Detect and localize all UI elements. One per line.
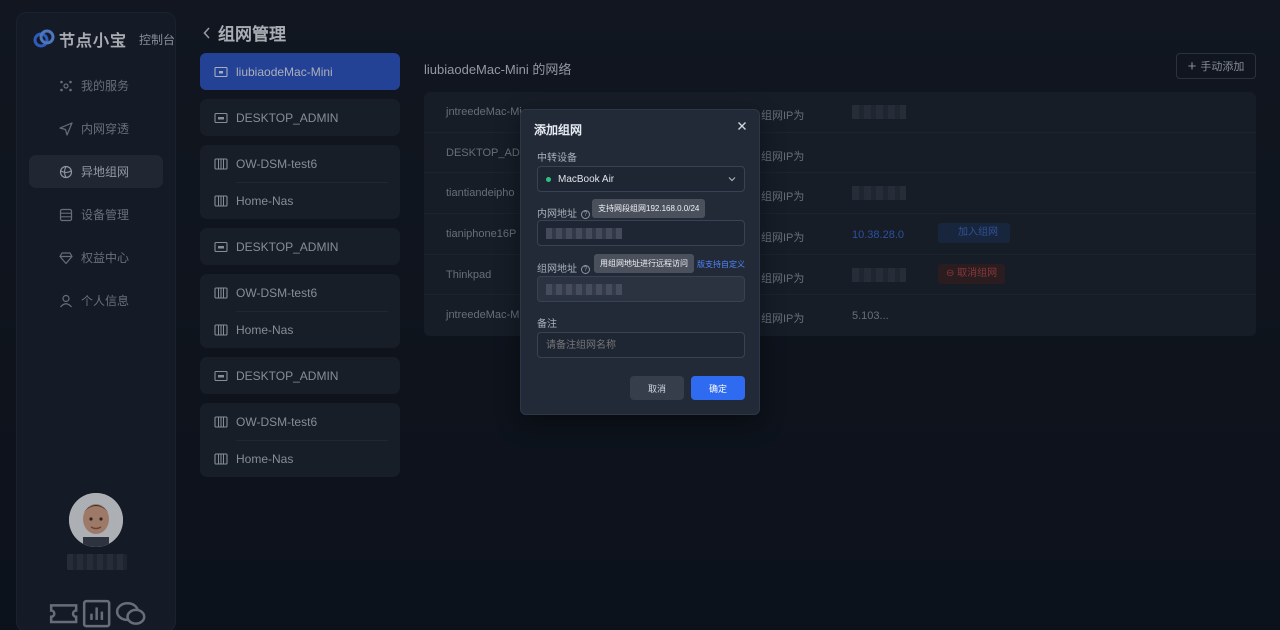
lan-address-input[interactable] [537, 220, 745, 246]
remark-label: 备注 [537, 319, 557, 330]
online-status-icon [546, 176, 551, 182]
custom-support-link[interactable]: 版支持自定义 [697, 259, 745, 270]
cancel-button[interactable]: 取消 [630, 376, 684, 400]
network-address-label: 组网地址? [537, 260, 590, 275]
lan-tooltip: 支持网段组网192.168.0.0/24 [592, 199, 706, 218]
relay-device-label: 中转设备 [537, 153, 577, 164]
network-address-input[interactable] [537, 276, 745, 302]
lan-address-text: 内网地址 [537, 209, 577, 220]
dialog-title: 添加组网 [534, 123, 583, 137]
lan-address-label: 内网地址? [537, 205, 590, 220]
help-icon[interactable]: ? [581, 209, 590, 219]
lan-address-blurred [546, 228, 622, 239]
close-icon[interactable] [737, 121, 747, 131]
network-address-text: 组网地址 [537, 264, 577, 275]
network-tooltip: 用组网地址进行远程访问 [594, 254, 694, 273]
add-network-dialog: 添加组网 中转设备 MacBook Air 内网地址? 支持网段组网192.16… [520, 109, 760, 415]
network-address-blurred [546, 284, 622, 295]
remark-input[interactable] [537, 332, 745, 358]
help-icon[interactable]: ? [581, 264, 590, 274]
chevron-down-icon [728, 177, 736, 182]
relay-device-value: MacBook Air [558, 173, 615, 185]
relay-device-select[interactable]: MacBook Air [537, 166, 745, 192]
confirm-button[interactable]: 确定 [691, 376, 745, 400]
